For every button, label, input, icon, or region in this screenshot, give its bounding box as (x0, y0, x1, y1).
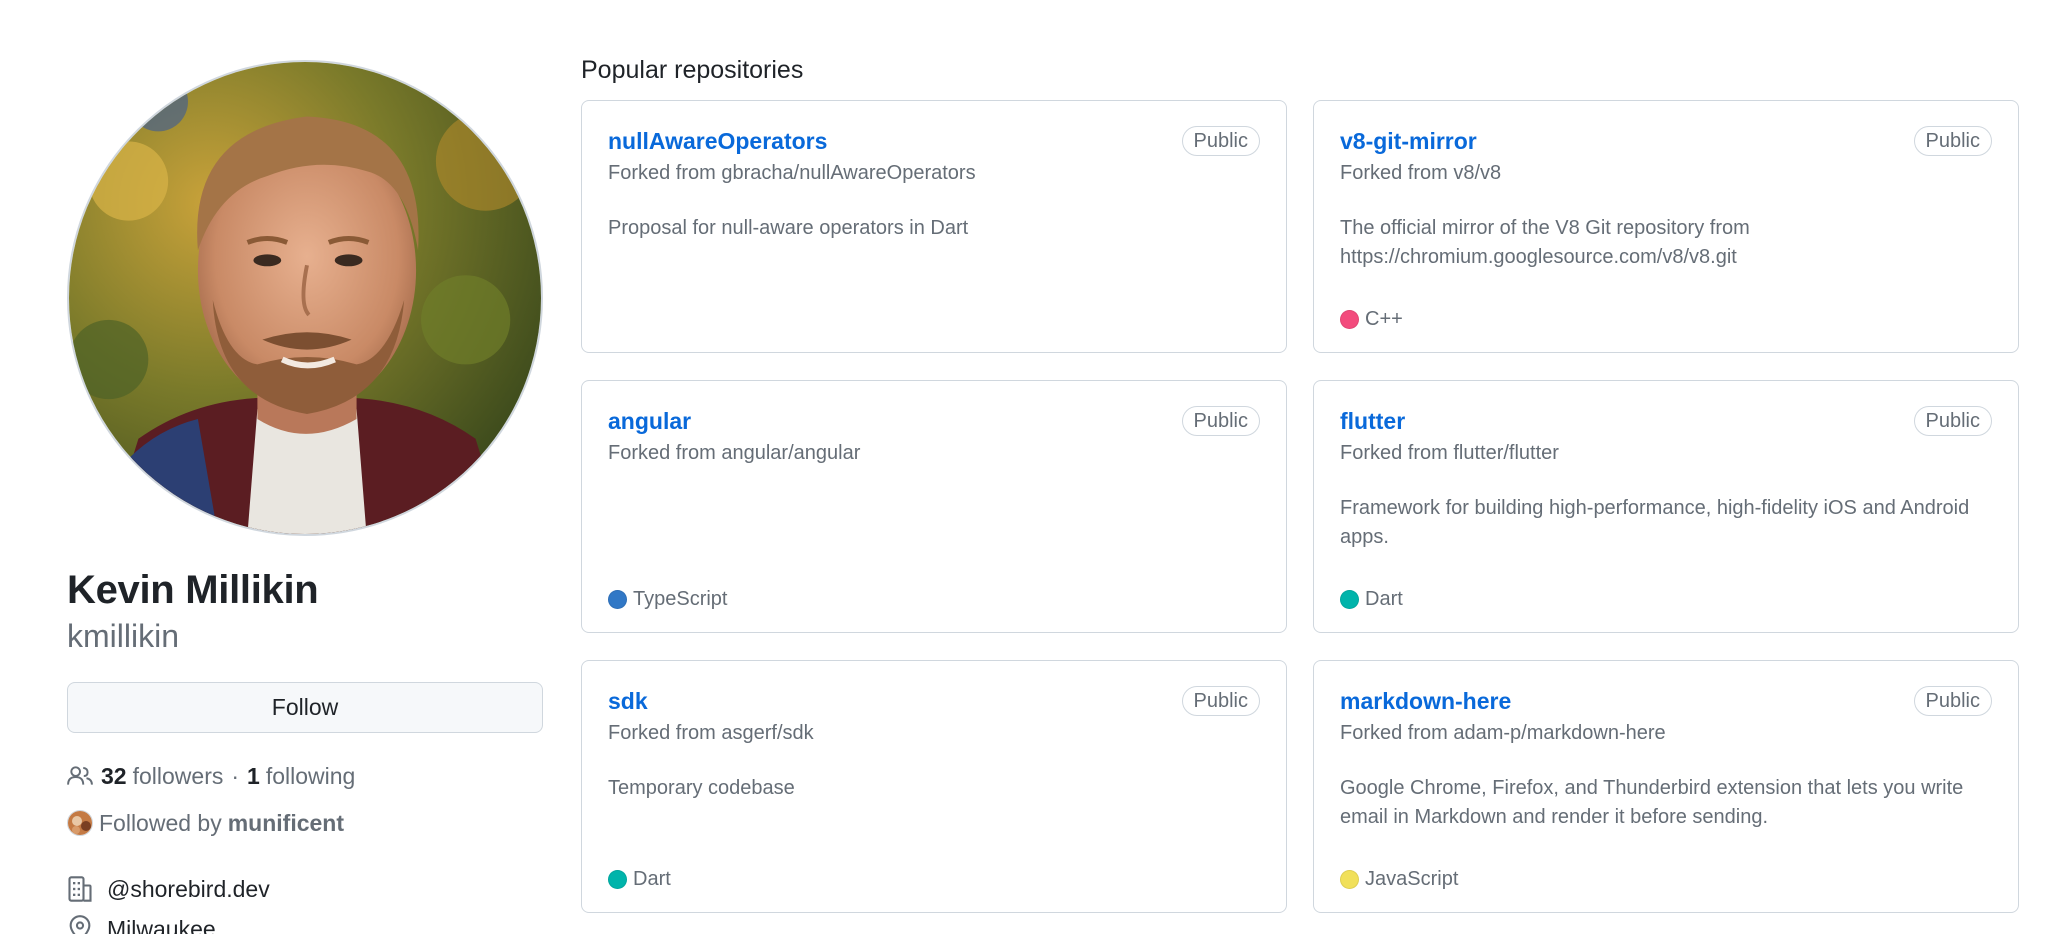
repo-card-header: flutter Public (1340, 405, 1992, 437)
followed-by: Followed by munificent (67, 808, 543, 838)
profile-details: @shorebird.dev Milwaukee (67, 874, 543, 934)
language-color-dot (608, 869, 627, 889)
visibility-badge: Public (1181, 126, 1260, 156)
repo-card: markdown-here Public Forked from adam-p/… (1313, 660, 2019, 913)
repo-language: Dart (608, 866, 1260, 892)
forked-from: Forked from asgerf/sdk (608, 722, 814, 744)
language-color-dot (608, 589, 627, 609)
popular-repositories-section: Popular repositories nullAwareOperators … (581, 52, 2021, 913)
repo-grid: nullAwareOperators Public Forked from gb… (581, 100, 2021, 913)
language-name: Dart (633, 867, 671, 890)
forked-from: Forked from angular/angular (608, 442, 861, 464)
company-item: @shorebird.dev (67, 874, 543, 904)
forked-from: Forked from flutter/flutter (1340, 442, 1559, 464)
repo-card: nullAwareOperators Public Forked from gb… (581, 100, 1287, 353)
repo-card: v8-git-mirror Public Forked from v8/v8 T… (1313, 100, 2019, 353)
followers-link[interactable]: 32 followers (101, 763, 223, 790)
following-count: 1 (247, 762, 260, 789)
people-icon (67, 766, 93, 785)
repo-card-header: nullAwareOperators Public (608, 125, 1260, 157)
repo-description: The official mirror of the V8 Git reposi… (1340, 217, 1750, 268)
language-name: Dart (1365, 587, 1403, 610)
repo-card: angular Public Forked from angular/angul… (581, 380, 1287, 633)
forked-from: Forked from v8/v8 (1340, 162, 1502, 184)
repo-name-link[interactable]: nullAwareOperators (608, 128, 827, 155)
followed-by-user-link[interactable]: munificent (228, 810, 344, 837)
location-item: Milwaukee (67, 914, 543, 934)
repo-description (608, 494, 1260, 586)
repo-language: C++ (1340, 306, 1992, 332)
followers-count: 32 (101, 762, 127, 789)
repo-card: flutter Public Forked from flutter/flutt… (1313, 380, 2019, 633)
location-text: Milwaukee (107, 915, 216, 934)
avatar-image (69, 62, 541, 534)
forked-from: Forked from adam-p/markdown-here (1340, 722, 1666, 744)
language-name: C++ (1365, 307, 1403, 330)
followers-label: followers (132, 762, 224, 789)
follow-stats: 32 followers · 1 following (67, 761, 543, 791)
repo-card-header: sdk Public (608, 685, 1260, 717)
repo-description: Proposal for null-aware operators in Dar… (608, 217, 969, 239)
visibility-badge: Public (1913, 406, 1992, 436)
following-label: following (265, 762, 356, 789)
repo-card-header: markdown-here Public (1340, 685, 1992, 717)
repo-language: JavaScript (1340, 866, 1992, 892)
visibility-badge: Public (1181, 406, 1260, 436)
repo-name-link[interactable]: markdown-here (1340, 688, 1511, 715)
repo-name-link[interactable]: flutter (1340, 408, 1405, 435)
visibility-badge: Public (1913, 126, 1992, 156)
repo-card-header: v8-git-mirror Public (1340, 125, 1992, 157)
following-link[interactable]: 1 following (247, 763, 355, 790)
repo-name-link[interactable]: angular (608, 408, 691, 435)
repo-language: TypeScript (608, 586, 1260, 612)
language-color-dot (1340, 309, 1359, 329)
language-color-dot (1340, 589, 1359, 609)
section-title: Popular repositories (581, 56, 804, 84)
repo-card: sdk Public Forked from asgerf/sdk Tempor… (581, 660, 1287, 913)
repo-name-link[interactable]: v8-git-mirror (1340, 128, 1477, 155)
profile-username: kmillikin (67, 618, 179, 654)
location-icon (69, 915, 91, 934)
profile-name: Kevin Millikin (67, 568, 319, 612)
forked-from: Forked from gbracha/nullAwareOperators (608, 162, 976, 184)
followed-by-prefix: Followed by (99, 809, 222, 836)
follower-avatar-image (68, 811, 92, 835)
visibility-badge: Public (1181, 686, 1260, 716)
repo-card-header: angular Public (608, 405, 1260, 437)
profile-sidebar: Kevin Millikin kmillikin Follow 32 follo… (67, 60, 543, 934)
language-color-dot (1340, 869, 1359, 889)
visibility-badge: Public (1913, 686, 1992, 716)
repo-language: Dart (1340, 586, 1992, 612)
language-name: JavaScript (1365, 867, 1459, 890)
language-name: TypeScript (633, 587, 728, 610)
repo-description: Google Chrome, Firefox, and Thunderbird … (1340, 777, 1964, 828)
profile-avatar[interactable] (67, 60, 543, 536)
organization-icon (68, 876, 92, 902)
repo-name-link[interactable]: sdk (608, 688, 648, 715)
repo-description: Temporary codebase (608, 777, 795, 799)
follow-button[interactable]: Follow (67, 682, 543, 733)
repo-description: Framework for building high-performance,… (1340, 497, 1970, 548)
follower-avatar[interactable] (67, 810, 93, 836)
stats-separator: · (231, 762, 240, 789)
company-text[interactable]: @shorebird.dev (107, 876, 270, 903)
